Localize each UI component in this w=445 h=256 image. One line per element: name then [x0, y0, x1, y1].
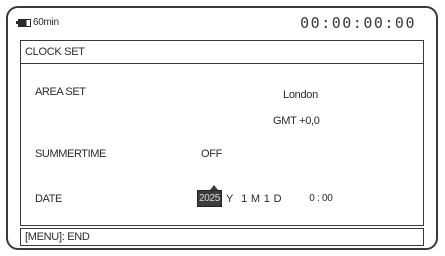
time-field[interactable]: 0 : 00 — [309, 193, 333, 204]
timecode: 00:00:00:00 — [300, 14, 416, 32]
date-label[interactable]: DATE — [35, 193, 62, 205]
month-field[interactable]: 1 — [241, 193, 247, 205]
menu-title: CLOCK SET — [21, 41, 423, 64]
area-set-label[interactable]: AREA SET — [35, 86, 86, 98]
status-bar: 60min 00:00:00:00 — [16, 14, 430, 36]
clock-set-panel: CLOCK SET AREA SET London GMT +0,0 SUMME… — [20, 40, 424, 226]
battery-time: 60min — [33, 17, 59, 28]
menu-end-hint[interactable]: [MENU]: END — [20, 228, 424, 246]
month-unit: M — [250, 192, 260, 205]
area-gmt-offset: GMT +0,0 — [273, 115, 320, 127]
day-field[interactable]: 1 — [264, 193, 270, 205]
battery-icon — [16, 18, 31, 27]
year-unit: Y — [226, 192, 234, 205]
summertime-value[interactable]: OFF — [201, 148, 222, 160]
summertime-label[interactable]: SUMMERTIME — [35, 148, 106, 160]
battery-indicator: 60min — [16, 17, 59, 28]
year-field[interactable]: 2025 — [197, 185, 223, 207]
date-setting-row: 2025 Y 1 M 1 D 0 : 00 — [197, 185, 333, 207]
area-city[interactable]: London — [283, 89, 318, 101]
day-unit: D — [273, 192, 282, 205]
